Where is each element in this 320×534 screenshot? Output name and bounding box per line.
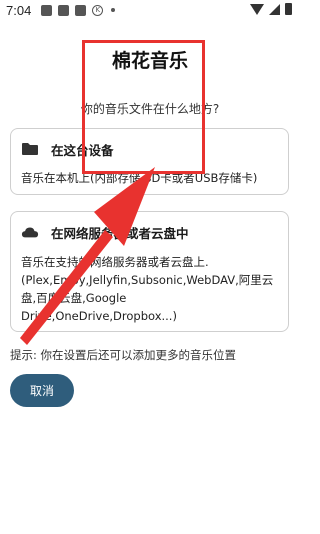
server-option-title: 在网络服务器或者云盘中 [51,225,189,241]
signal-icon [269,3,280,15]
server-option-header: 在网络服务器或者云盘中 [21,224,278,241]
folder-icon [21,142,39,156]
status-bar: 7:04 K [0,0,300,20]
more-notifications-icon [111,8,116,12]
cancel-button[interactable]: 取消 [10,374,74,407]
annotation-highlight-box [82,40,205,174]
system-icons [250,3,292,15]
battery-icon [285,3,292,15]
notification-icon [58,4,70,16]
k-app-icon: K [92,4,104,16]
cloud-icon [21,225,39,239]
notification-icon [75,4,87,16]
notification-icon [41,4,53,16]
network-server-option[interactable]: 在网络服务器或者云盘中 音乐在支持的网络服务器或者云盘上. (Plex,Emby… [10,211,289,332]
server-option-description: 音乐在支持的网络服务器或者云盘上. (Plex,Emby,Jellyfin,Su… [21,255,274,323]
wifi-icon [250,3,264,15]
hint-text: 提示: 你在设置后还可以添加更多的音乐位置 [10,348,237,362]
status-time: 7:04 [6,2,32,18]
